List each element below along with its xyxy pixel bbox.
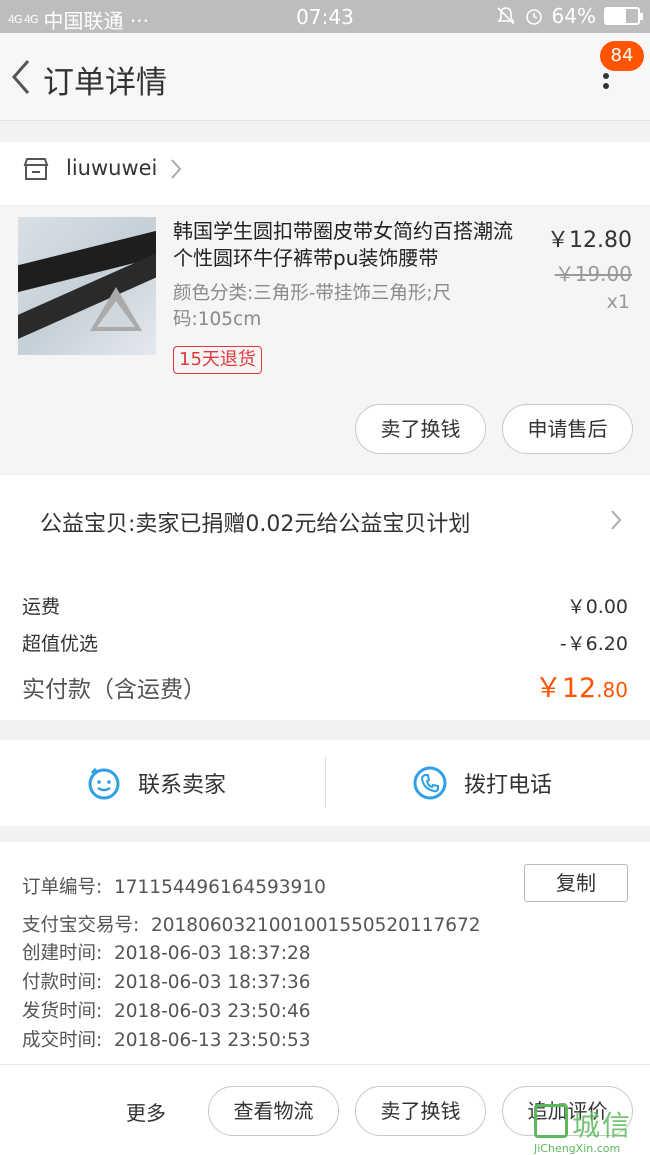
mute-icon: [496, 7, 515, 25]
fee-summary: 运费 ￥0.00 超值优选 -￥6.20 实付款（含运费） ￥12.80: [0, 572, 650, 720]
product-quantity: x1: [606, 291, 630, 313]
charity-row[interactable]: 公益宝贝:卖家已捐赠0.02元给公益宝贝计划: [0, 474, 650, 572]
nav-header: 订单详情 84: [0, 33, 650, 121]
after-sale-button[interactable]: 申请售后: [502, 404, 633, 454]
status-bar: 4G 4G 中国联通 ··· 07:43 64%: [0, 0, 650, 33]
watermark-mark-icon: [534, 1104, 568, 1138]
shipping-label: 运费: [22, 596, 61, 618]
status-right: 64%: [496, 4, 643, 28]
alipay-row: 支付宝交易号: 2018060321001001550520117672: [22, 911, 481, 937]
watermark-logo: 城信 JiChengXin.com: [534, 1104, 650, 1155]
return-policy-tag: 15天退货: [173, 346, 262, 374]
discount-value: -￥6.20: [559, 633, 628, 655]
resell-button[interactable]: 卖了换钱: [355, 404, 486, 454]
page-title: 订单详情: [43, 65, 167, 101]
order-info: 订单编号: 171154496164593910 复制 支付宝交易号: 2018…: [0, 842, 650, 1064]
watermark-cn: 城信: [572, 1109, 633, 1142]
more-button[interactable]: 更多: [126, 1097, 166, 1126]
call-phone-button[interactable]: 拨打电话: [412, 762, 552, 804]
shipping-row: 运费 ￥0.00: [22, 592, 628, 619]
view-logistics-button[interactable]: 查看物流: [208, 1086, 339, 1136]
alipay-value: 2018060321001001550520117672: [151, 915, 481, 936]
chat-icon: [88, 767, 120, 800]
product-price: ￥12.80: [547, 228, 632, 253]
product-thumbnail[interactable]: [18, 217, 156, 355]
copy-button[interactable]: 复制: [524, 864, 628, 902]
total-cents: .80: [596, 678, 628, 702]
shop-row[interactable]: liuwuwei: [0, 142, 650, 206]
product-item[interactable]: 韩国学生圆扣带圈皮带女简约百搭潮流个性圆环牛仔裤带pu装饰腰带 颜色分类:三角形…: [0, 206, 650, 474]
paid-time-label: 付款时间:: [22, 972, 103, 993]
product-original-price: ￥19.00: [554, 262, 632, 286]
contact-divider: [325, 756, 326, 808]
contact-seller-label: 联系卖家: [138, 773, 227, 798]
order-number-value: 171154496164593910: [114, 877, 326, 898]
total-value: ￥12.80: [535, 666, 628, 705]
shipped-time-label: 发货时间:: [22, 1001, 103, 1022]
done-time-label: 成交时间:: [22, 1030, 103, 1051]
call-phone-label: 拨打电话: [464, 773, 553, 798]
created-time-row: 创建时间: 2018-06-03 18:37:28: [22, 939, 310, 965]
resell-bottom-button[interactable]: 卖了换钱: [355, 1086, 486, 1136]
created-time-value: 2018-06-03 18:37:28: [114, 943, 311, 964]
done-time-row: 成交时间: 2018-06-13 23:50:53: [22, 1026, 310, 1052]
discount-row: 超值优选 -￥6.20: [22, 629, 628, 656]
notification-badge[interactable]: 84: [600, 41, 644, 71]
alipay-label: 支付宝交易号:: [22, 915, 140, 936]
contact-bar: 联系卖家 拨打电话: [0, 740, 650, 826]
back-arrow-icon[interactable]: [10, 57, 32, 97]
shipped-time-value: 2018-06-03 23:50:46: [114, 1001, 311, 1022]
battery-percent: 64%: [551, 4, 596, 28]
done-time-value: 2018-06-13 23:50:53: [114, 1030, 311, 1051]
chevron-right-icon: [611, 510, 622, 530]
paid-time-row: 付款时间: 2018-06-03 18:37:36: [22, 968, 310, 994]
order-number-row: 订单编号: 171154496164593910: [22, 873, 326, 899]
product-sku: 颜色分类:三角形-带挂饰三角形;尺码:105cm: [173, 283, 452, 330]
phone-icon: [413, 766, 447, 800]
product-title[interactable]: 韩国学生圆扣带圈皮带女简约百搭潮流个性圆环牛仔裤带pu装饰腰带: [173, 218, 529, 272]
watermark-en: JiChengXin.com: [534, 1142, 621, 1155]
shipping-value: ￥0.00: [566, 596, 628, 618]
discount-label: 超值优选: [22, 633, 99, 655]
total-label: 实付款（含运费）: [22, 677, 206, 703]
shipped-time-row: 发货时间: 2018-06-03 23:50:46: [22, 997, 310, 1023]
shop-icon: [23, 158, 49, 180]
battery-icon: [604, 7, 643, 25]
contact-seller-button[interactable]: 联系卖家: [86, 762, 226, 804]
chevron-right-icon: [171, 159, 182, 179]
paid-time-value: 2018-06-03 18:37:36: [114, 972, 311, 993]
total-row: 实付款（含运费） ￥12.80: [22, 666, 628, 705]
alarm-icon: [525, 9, 542, 25]
created-time-label: 创建时间:: [22, 943, 103, 964]
charity-text: 公益宝贝:卖家已捐赠0.02元给公益宝贝计划: [40, 512, 471, 537]
shop-name[interactable]: liuwuwei: [66, 156, 157, 180]
total-main: ￥12: [534, 673, 597, 704]
more-menu-icon[interactable]: [596, 73, 616, 113]
order-number-label: 订单编号:: [22, 877, 103, 898]
